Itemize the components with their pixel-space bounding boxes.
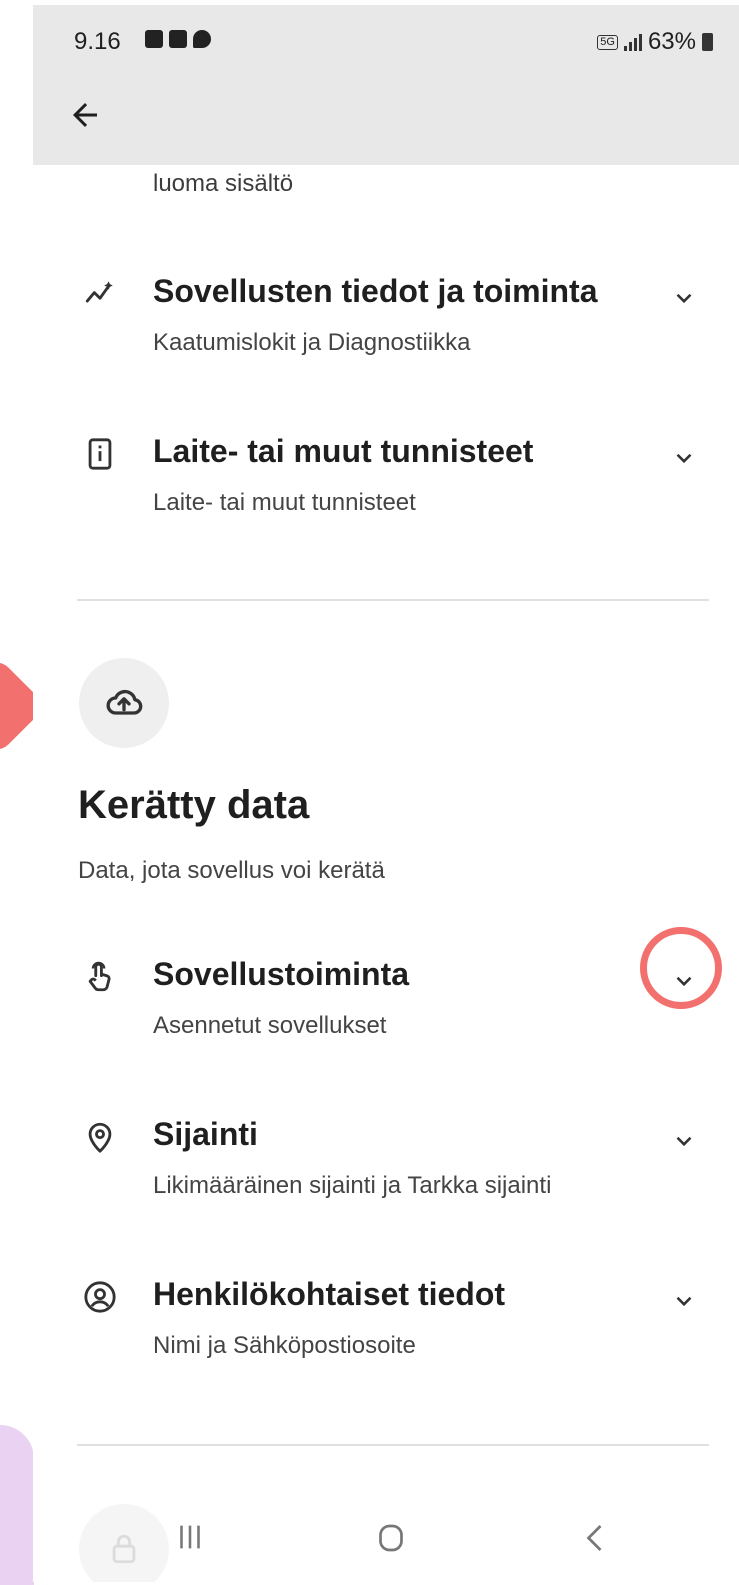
- security-section-badge: [79, 1504, 169, 1582]
- touch-app-icon: [88, 961, 111, 992]
- signal-strength-icon: [623, 33, 642, 51]
- network-type-icon: 5G: [597, 34, 618, 50]
- battery-icon: [702, 33, 713, 51]
- device-info-icon: [88, 438, 112, 470]
- item-subtitle: Laite- tai muut tunnisteet: [153, 489, 416, 516]
- system-navigation-bar: [33, 1502, 739, 1582]
- gallery-notification-icon: [145, 30, 163, 48]
- battery-percentage: 63%: [647, 28, 696, 55]
- notification-icons: [145, 30, 211, 48]
- system-back-icon[interactable]: [578, 1520, 614, 1556]
- item-title: Laite- tai muut tunnisteet: [153, 433, 534, 469]
- status-bar: 9.16 5G 63%: [33, 5, 739, 165]
- highlight-circle-annotation: [640, 927, 722, 1009]
- section-divider: [77, 599, 709, 601]
- expand-chevron-down-icon[interactable]: [661, 435, 707, 481]
- section-divider: [77, 1444, 709, 1446]
- status-indicators: 5G 63%: [597, 28, 713, 56]
- message-notification-icon: [193, 30, 211, 48]
- location-pin-icon: [88, 1122, 112, 1153]
- section-subtitle: Data, jota sovellus voi kerätä: [78, 857, 385, 884]
- cloud-upload-icon: [106, 689, 143, 715]
- list-item-device-identifiers[interactable]: Laite- tai muut tunnisteet Laite- tai mu…: [33, 427, 739, 537]
- expand-chevron-down-icon[interactable]: [661, 1278, 707, 1324]
- item-subtitle: Kaatumislokit ja Diagnostiikka: [153, 329, 471, 356]
- section-icon-badge: [79, 658, 169, 748]
- truncated-item-subtitle: luoma sisältö: [153, 170, 294, 197]
- expand-chevron-down-icon[interactable]: [661, 275, 707, 321]
- item-subtitle: Nimi ja Sähköpostiosoite: [153, 1332, 416, 1359]
- phone-screen: 9.16 5G 63% luoma sisältö Sovellusten ti: [33, 5, 739, 1582]
- item-title: Henkilökohtaiset tiedot: [153, 1276, 506, 1312]
- section-title: Kerätty data: [78, 783, 310, 827]
- decorative-lilac-shape: [0, 1425, 34, 1585]
- item-title: Sovellustoiminta: [153, 956, 410, 992]
- item-title: Sovellusten tiedot ja toiminta: [153, 273, 598, 309]
- sparkle-chart-icon: [85, 281, 113, 303]
- list-item-location[interactable]: Sijainti Likimääräinen sijainti ja Tarkk…: [33, 1110, 739, 1220]
- item-title: Sijainti: [153, 1116, 258, 1152]
- back-arrow-icon[interactable]: [67, 97, 103, 133]
- list-item-personal-info[interactable]: Henkilökohtaiset tiedot Nimi ja Sähköpos…: [33, 1270, 739, 1380]
- lock-icon: [112, 1534, 136, 1564]
- list-item-app-info-performance[interactable]: Sovellusten tiedot ja toiminta Kaatumisl…: [33, 267, 739, 377]
- home-icon[interactable]: [373, 1520, 409, 1556]
- item-subtitle: Asennetut sovellukset: [153, 1012, 387, 1039]
- recent-apps-icon[interactable]: [173, 1520, 207, 1554]
- account-circle-icon: [84, 1281, 116, 1313]
- item-subtitle: Likimääräinen sijainti ja Tarkka sijaint…: [153, 1172, 552, 1199]
- status-time: 9.16: [74, 28, 121, 55]
- app-notification-icon: [169, 30, 187, 48]
- expand-chevron-down-icon[interactable]: [661, 1118, 707, 1164]
- list-item-app-activity[interactable]: Sovellustoiminta Asennetut sovellukset: [33, 950, 739, 1060]
